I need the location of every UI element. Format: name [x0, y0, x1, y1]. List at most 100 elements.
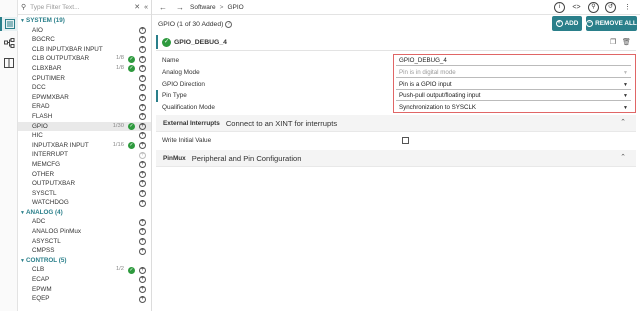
- add-module-icon[interactable]: +: [139, 228, 146, 236]
- delete-icon[interactable]: 🗑: [622, 38, 631, 46]
- add-module-icon[interactable]: +: [139, 113, 146, 121]
- add-module-icon[interactable]: +: [139, 266, 146, 274]
- instance-header[interactable]: ✓ GPIO_DEBUG_4 ❐ 🗑: [156, 34, 636, 51]
- tree-item[interactable]: ADC +: [18, 217, 151, 227]
- add-module-icon[interactable]: +: [139, 142, 146, 150]
- tree-item[interactable]: INPUTXBAR INPUT 1/16 ✓ +: [18, 141, 151, 151]
- add-module-icon[interactable]: +: [139, 189, 146, 197]
- filter-input[interactable]: Type Filter Text...: [30, 4, 130, 11]
- property-text-input[interactable]: GPIO_DEBUG_4: [396, 56, 631, 66]
- add-module-icon[interactable]: +: [139, 132, 146, 140]
- tree-item-label: CPUTIMER: [32, 74, 65, 82]
- write-initial-value-checkbox[interactable]: [402, 137, 409, 144]
- tree-item-label: BGCRC: [32, 36, 55, 44]
- add-module-icon[interactable]: +: [139, 247, 146, 255]
- more-options-icon[interactable]: ⋮: [622, 2, 633, 13]
- tree-item-label: WATCHDOG: [32, 199, 69, 207]
- add-module-icon[interactable]: +: [139, 36, 146, 44]
- tree-item[interactable]: CLB INPUTXBAR INPUT +: [18, 45, 151, 55]
- add-module-icon[interactable]: +: [139, 74, 146, 82]
- tree-item[interactable]: GPIO 1/30 ✓ +: [18, 121, 151, 132]
- add-module-icon[interactable]: +: [139, 295, 146, 303]
- tree-category[interactable]: ▼ANALOG (4): [18, 208, 151, 218]
- add-module-icon[interactable]: +: [139, 46, 146, 54]
- tree-item[interactable]: DCC +: [18, 83, 151, 93]
- tree-item[interactable]: OTHER +: [18, 170, 151, 180]
- tree-item[interactable]: EPWMXBAR +: [18, 93, 151, 103]
- document-view-button[interactable]: [2, 56, 16, 70]
- property-row: Pin Type Push-pull output/floating input ▼: [156, 90, 636, 103]
- tree-item[interactable]: FLASH +: [18, 112, 151, 122]
- tree-item[interactable]: SYSCTL +: [18, 189, 151, 199]
- property-select: Pin is in digital mode ▼: [396, 67, 631, 78]
- tree-item[interactable]: BGCRC +: [18, 35, 151, 45]
- property-label: Name: [162, 57, 180, 64]
- add-module-icon[interactable]: +: [139, 285, 146, 293]
- add-module-icon[interactable]: +: [139, 122, 146, 130]
- tree-item[interactable]: INTERRUPT +: [18, 150, 151, 160]
- tree-item[interactable]: CMPSS +: [18, 246, 151, 256]
- info-icon[interactable]: i: [554, 2, 565, 13]
- add-module-icon[interactable]: +: [139, 161, 146, 169]
- tree-item[interactable]: HIC +: [18, 131, 151, 141]
- add-module-icon[interactable]: +: [139, 26, 146, 34]
- add-module-icon[interactable]: +: [139, 199, 146, 207]
- add-module-icon[interactable]: +: [139, 94, 146, 102]
- tree-item[interactable]: ASYSCTL +: [18, 237, 151, 247]
- property-select[interactable]: Push-pull output/floating input ▼: [396, 91, 631, 102]
- tree-item-count: 1/16: [112, 141, 124, 148]
- search-icon[interactable]: ⚲: [588, 2, 599, 13]
- property-select[interactable]: Synchronization to SYSCLK ▼: [396, 103, 631, 114]
- tree-item[interactable]: EQEP +: [18, 294, 151, 304]
- filter-bar: ⚲ Type Filter Text... ✕ «: [18, 0, 151, 15]
- tree-item-label: INPUTXBAR INPUT: [32, 141, 89, 149]
- add-module-icon[interactable]: +: [139, 151, 146, 159]
- add-module-icon[interactable]: +: [139, 103, 146, 111]
- add-module-icon[interactable]: +: [139, 218, 146, 226]
- tree-item-count: 1/8: [115, 55, 124, 62]
- module-list-view-button[interactable]: [0, 17, 18, 31]
- tree-item[interactable]: AIO +: [18, 26, 151, 36]
- add-module-icon[interactable]: +: [139, 84, 146, 92]
- property-value: Pin is a GPIO input: [399, 80, 452, 88]
- tree-item[interactable]: ERAD +: [18, 102, 151, 112]
- chevron-up-icon[interactable]: ⌃: [620, 153, 626, 161]
- tree-category[interactable]: ▼SYSTEM (19): [18, 16, 151, 26]
- tree-category[interactable]: ▼CONTROL (5): [18, 256, 151, 266]
- property-select[interactable]: Pin is a GPIO input ▼: [396, 79, 631, 90]
- device-view-button[interactable]: [2, 36, 16, 50]
- remove-all-button[interactable]: − REMOVE ALL: [586, 16, 637, 31]
- breadcrumb-software[interactable]: Software: [190, 4, 216, 11]
- tree-item-label: CLB: [32, 266, 45, 274]
- help-icon[interactable]: ?: [225, 20, 233, 28]
- external-interrupts-section[interactable]: External Interrupts Connect to an XINT f…: [156, 115, 636, 132]
- add-button[interactable]: + ADD: [552, 16, 582, 31]
- pinmux-section[interactable]: PinMux Peripheral and Pin Configuration …: [156, 150, 636, 167]
- tree-item[interactable]: CPUTIMER +: [18, 74, 151, 84]
- add-module-icon[interactable]: +: [139, 276, 146, 284]
- tree-item[interactable]: EPWM +: [18, 285, 151, 295]
- add-module-icon[interactable]: +: [139, 180, 146, 188]
- code-view-icon[interactable]: <>: [571, 2, 582, 13]
- tree-item[interactable]: ANALOG PinMux +: [18, 227, 151, 237]
- tree-item[interactable]: WATCHDOG +: [18, 198, 151, 208]
- add-module-icon[interactable]: +: [139, 65, 146, 73]
- tree-item[interactable]: OUTPUTXBAR +: [18, 179, 151, 189]
- collapse-all-icon[interactable]: «: [144, 4, 148, 11]
- history-icon[interactable]: ↺: [605, 2, 616, 13]
- chevron-up-icon[interactable]: ⌃: [620, 118, 626, 126]
- back-arrow-icon[interactable]: ←: [159, 3, 167, 12]
- breadcrumb-separator: >: [219, 3, 224, 11]
- add-module-icon[interactable]: +: [139, 237, 146, 245]
- add-module-icon[interactable]: +: [139, 170, 146, 178]
- tree-item[interactable]: MEMCFG +: [18, 160, 151, 170]
- clear-filter-icon[interactable]: ✕: [134, 3, 140, 11]
- add-module-icon[interactable]: +: [139, 55, 146, 63]
- tree-item[interactable]: CLB OUTPUTXBAR 1/8 ✓ +: [18, 54, 151, 64]
- tree-item[interactable]: CLB 1/2 ✓ +: [18, 265, 151, 275]
- tree-item-label: AIO: [32, 26, 43, 34]
- tree-item[interactable]: ECAP +: [18, 275, 151, 285]
- forward-arrow-icon[interactable]: →: [176, 3, 184, 12]
- copy-icon[interactable]: ❐: [610, 38, 616, 46]
- tree-item[interactable]: CLBXBAR 1/8 ✓ +: [18, 64, 151, 74]
